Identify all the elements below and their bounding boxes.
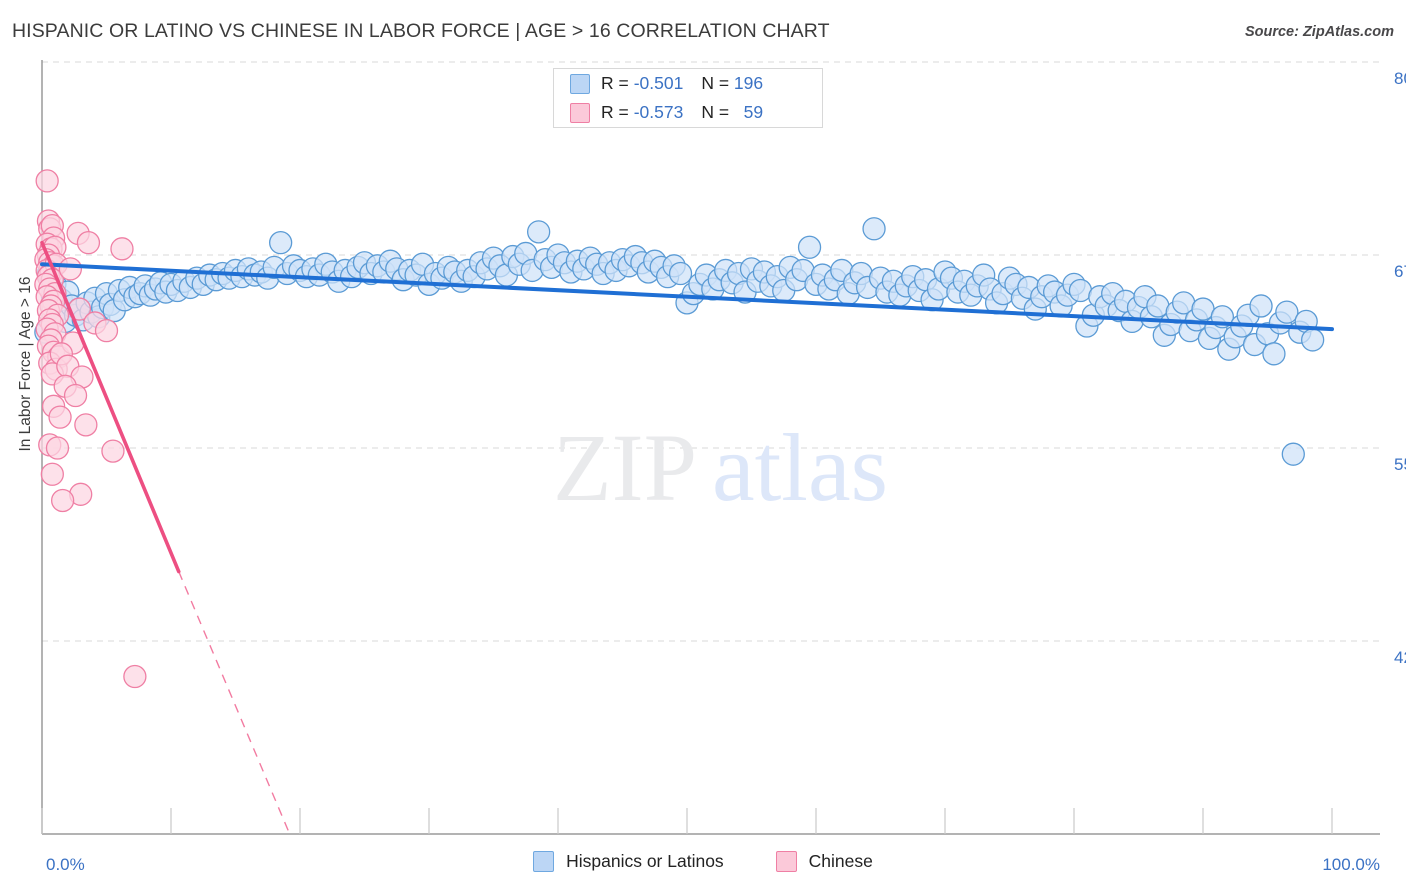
n-label-blue: N = xyxy=(701,73,730,93)
chinese-swatch-icon xyxy=(775,851,797,872)
data-point xyxy=(1301,328,1325,352)
r-label-pink: R = xyxy=(601,102,629,122)
data-point xyxy=(862,217,886,241)
y-axis-tick: 67.5% xyxy=(1394,262,1406,281)
data-point xyxy=(527,220,551,244)
watermark-atlas: atlas xyxy=(712,414,888,521)
data-point xyxy=(1068,278,1093,303)
stats-legend-row-pink: R = -0.573 N = 59 xyxy=(554,98,822,127)
correlation-chart: HISPANIC OR LATINO VS CHINESE IN LABOR F… xyxy=(0,0,1406,892)
n-value-pink: 59 xyxy=(743,102,764,122)
data-point xyxy=(101,439,125,463)
stats-legend-row-blue: R = -0.501 N = 196 xyxy=(554,69,822,98)
data-point xyxy=(1281,442,1305,466)
y-axis-tick: 80.0% xyxy=(1394,69,1406,88)
n-label-pink: N = xyxy=(701,102,730,122)
trendline-chinese-extension xyxy=(178,571,291,835)
blue-swatch-icon xyxy=(570,73,590,94)
stats-legend: R = -0.501 N = 196 R = -0.573 N = 59 xyxy=(553,68,823,128)
data-point xyxy=(76,230,101,255)
data-point xyxy=(668,261,693,286)
data-point xyxy=(268,230,293,255)
data-point xyxy=(110,237,134,261)
data-point xyxy=(94,319,119,343)
data-point xyxy=(1249,294,1273,318)
data-point xyxy=(50,488,75,513)
legend-item-chinese[interactable]: Chinese xyxy=(775,851,873,872)
data-point xyxy=(58,257,83,281)
legend-label-chinese: Chinese xyxy=(808,851,873,871)
series-legend: Hispanics or Latinos Chinese xyxy=(0,851,1406,872)
data-point xyxy=(48,405,72,429)
data-point xyxy=(40,462,64,486)
scatter-plot-canvas: 80.0%67.5%55.0%42.5%ZIPatlas0.0%100.0% xyxy=(34,60,1406,874)
data-point xyxy=(1191,297,1215,321)
n-value-blue: 196 xyxy=(733,73,764,93)
data-point xyxy=(63,383,88,408)
legend-item-hispanics[interactable]: Hispanics or Latinos xyxy=(533,851,724,872)
y-axis-tick: 55.0% xyxy=(1394,455,1406,474)
data-point xyxy=(123,664,147,689)
legend-label-hispanics: Hispanics or Latinos xyxy=(566,851,724,871)
data-point xyxy=(45,436,70,460)
r-value-pink: -0.573 xyxy=(633,102,684,122)
data-point xyxy=(35,169,59,193)
data-point xyxy=(1275,300,1299,324)
data-point xyxy=(74,413,98,437)
r-label-blue: R = xyxy=(601,73,629,93)
hispanics-swatch-icon xyxy=(533,851,555,872)
watermark-zip: ZIP xyxy=(553,414,697,521)
data-point xyxy=(1262,342,1286,366)
series-chinese-points xyxy=(34,169,147,689)
pink-swatch-icon xyxy=(570,102,590,123)
data-point xyxy=(1146,294,1170,318)
data-point xyxy=(797,235,822,259)
y-axis-tick: 42.5% xyxy=(1394,648,1406,667)
r-value-blue: -0.501 xyxy=(633,73,684,93)
